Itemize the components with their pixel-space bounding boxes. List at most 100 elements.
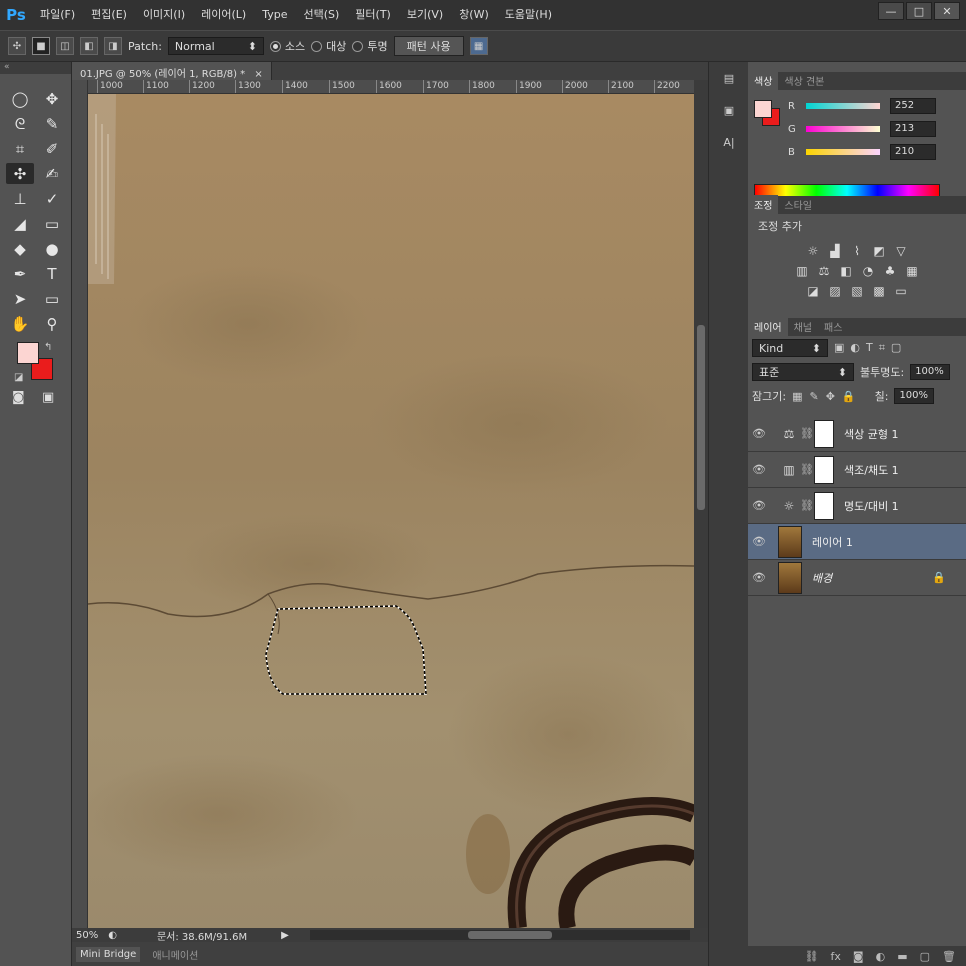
menu-window[interactable]: 창(W) — [451, 0, 497, 30]
shape-tool-icon[interactable]: ▭ — [38, 288, 66, 309]
layer-name[interactable]: 배경 — [812, 570, 832, 586]
red-value-input[interactable]: 252 — [890, 98, 936, 114]
tab-animation[interactable]: 애니메이션 — [148, 945, 202, 964]
layer-row[interactable]: 👁 ☼ ⛓ 명도/대비 1 — [748, 488, 966, 524]
destination-radio[interactable]: 대상 — [311, 38, 346, 54]
scrollbar-thumb[interactable] — [697, 325, 705, 510]
black-white-icon[interactable]: ◧ — [838, 264, 854, 278]
history-icon[interactable]: ▤ — [714, 68, 744, 88]
blend-mode-select[interactable]: 표준 ⬍ — [752, 363, 854, 381]
marquee-tool-icon[interactable]: ◯ — [6, 88, 34, 109]
brush-tool-icon[interactable]: ✍ — [38, 163, 66, 184]
pen-tool-icon[interactable]: ✒ — [6, 263, 34, 284]
status-menu-arrow-icon[interactable]: ▶ — [281, 930, 289, 941]
red-slider[interactable] — [806, 103, 880, 109]
gradient-map-icon[interactable]: ▭ — [893, 284, 909, 298]
blue-slider[interactable] — [806, 149, 880, 155]
zoom-level[interactable]: 50% — [76, 930, 98, 941]
hue-saturation-icon[interactable]: ▥ — [794, 264, 810, 278]
gradient-tool-icon[interactable]: ▭ — [38, 213, 66, 234]
foreground-color-swatch[interactable] — [17, 342, 39, 364]
new-adjustment-icon[interactable]: ◐ — [876, 950, 886, 963]
menu-file[interactable]: 파일(F) — [32, 0, 83, 30]
default-colors-icon[interactable]: ◪ — [14, 372, 23, 383]
blue-value-input[interactable]: 210 — [890, 144, 936, 160]
actions-icon[interactable]: ▣ — [714, 100, 744, 120]
tab-paths[interactable]: 패스 — [818, 317, 848, 336]
menu-help[interactable]: 도움말(H) — [497, 0, 560, 30]
tab-mini-bridge[interactable]: Mini Bridge — [76, 946, 141, 962]
color-balance-icon[interactable]: ⚖ — [816, 264, 832, 278]
exposure-icon[interactable]: ◩ — [871, 244, 887, 258]
subtract-selection-icon[interactable]: ◧ — [80, 37, 98, 55]
add-selection-icon[interactable]: ◫ — [56, 37, 74, 55]
tab-styles[interactable]: 스타일 — [778, 195, 818, 214]
use-pattern-button[interactable]: 패턴 사용 — [393, 36, 464, 56]
tab-swatches[interactable]: 색상 견본 — [778, 71, 830, 90]
path-select-tool-icon[interactable]: ➤ — [6, 288, 34, 309]
layer-row[interactable]: 👁 배경 🔒 — [748, 560, 966, 596]
swap-colors-icon[interactable]: ↰ — [44, 342, 52, 353]
add-mask-icon[interactable]: ◙ — [853, 950, 864, 963]
channel-mixer-icon[interactable]: ♣ — [882, 264, 898, 278]
panel-foreground-swatch[interactable] — [754, 100, 772, 118]
transparent-checkbox[interactable]: 투명 — [352, 38, 388, 54]
history-brush-tool-icon[interactable]: ✓ — [38, 188, 66, 209]
eye-icon[interactable]: 👁 — [748, 499, 770, 512]
horizontal-scrollbar[interactable] — [310, 930, 690, 940]
layer-style-icon[interactable]: fx — [831, 950, 841, 963]
document-canvas[interactable] — [88, 94, 694, 928]
new-selection-icon[interactable]: ■ — [32, 37, 50, 55]
lasso-tool-icon[interactable]: ᘓ — [6, 113, 34, 134]
layer-filter-kind-select[interactable]: Kind ⬍ — [752, 339, 828, 357]
opacity-input[interactable]: 100% — [910, 364, 951, 380]
pattern-picker-icon[interactable]: ▦ — [469, 37, 488, 55]
color-lookup-icon[interactable]: ▦ — [904, 264, 920, 278]
eye-icon[interactable]: 👁 — [748, 427, 770, 440]
dodge-tool-icon[interactable]: ● — [38, 238, 66, 259]
new-group-icon[interactable]: ▬ — [897, 950, 907, 963]
lock-icons[interactable]: ▦✎✥🔒 — [792, 390, 863, 403]
close-tab-icon[interactable]: × — [254, 69, 262, 80]
menu-layer[interactable]: 레이어(L) — [193, 0, 254, 30]
fill-input[interactable]: 100% — [894, 388, 935, 404]
layer-row-selected[interactable]: 👁 레이어 1 — [748, 524, 966, 560]
layer-name[interactable]: 색조/채도 1 — [844, 462, 899, 478]
document-tab[interactable]: 01.JPG @ 50% (레이어 1, RGB/8) * × — [72, 62, 272, 80]
posterize-icon[interactable]: ▨ — [827, 284, 843, 298]
maximize-button[interactable]: □ — [906, 2, 932, 20]
layer-filter-icons[interactable]: ▣◐T⌗▢ — [834, 341, 907, 355]
patch-tool-preset-icon[interactable]: ✣ — [8, 37, 26, 55]
close-button[interactable]: ✕ — [934, 2, 960, 20]
minimize-button[interactable]: — — [878, 2, 904, 20]
menu-type[interactable]: Type — [254, 0, 295, 30]
tab-adjustments[interactable]: 조정 — [748, 195, 779, 214]
status-info-icon[interactable]: ◐ — [108, 930, 117, 941]
menu-select[interactable]: 선택(S) — [295, 0, 347, 30]
zoom-tool-icon[interactable]: ⚲ — [38, 313, 66, 334]
move-tool-icon[interactable]: ✥ — [38, 88, 66, 109]
screen-mode-icon[interactable]: ▣ — [42, 390, 54, 405]
character-icon[interactable]: A| — [714, 132, 744, 152]
green-slider[interactable] — [806, 126, 880, 132]
new-layer-icon[interactable]: ▢ — [920, 950, 930, 963]
menu-image[interactable]: 이미지(I) — [135, 0, 193, 30]
brightness-contrast-icon[interactable]: ☼ — [805, 244, 821, 258]
threshold-icon[interactable]: ▧ — [849, 284, 865, 298]
patch-mode-select[interactable]: Normal ⬍ — [167, 37, 264, 55]
type-tool-icon[interactable]: T — [38, 263, 66, 284]
stamp-tool-icon[interactable]: ⊥ — [6, 188, 34, 209]
scrollbar-thumb[interactable] — [468, 931, 552, 939]
layer-name[interactable]: 색상 균형 1 — [844, 426, 898, 442]
tab-layers[interactable]: 레이어 — [748, 317, 788, 336]
panel-collapse-icon[interactable]: « — [0, 62, 71, 74]
photo-filter-icon[interactable]: ◔ — [860, 264, 876, 278]
menu-edit[interactable]: 편집(E) — [83, 0, 135, 30]
link-layers-icon[interactable]: ⛓ — [805, 950, 819, 963]
layer-name[interactable]: 명도/대비 1 — [844, 498, 899, 514]
eye-icon[interactable]: 👁 — [748, 571, 770, 584]
patch-tool-icon[interactable]: ✣ — [6, 163, 34, 184]
selective-color-icon[interactable]: ▩ — [871, 284, 887, 298]
eyedropper-tool-icon[interactable]: ✐ — [38, 138, 66, 159]
source-radio[interactable]: 소스 — [269, 38, 305, 54]
